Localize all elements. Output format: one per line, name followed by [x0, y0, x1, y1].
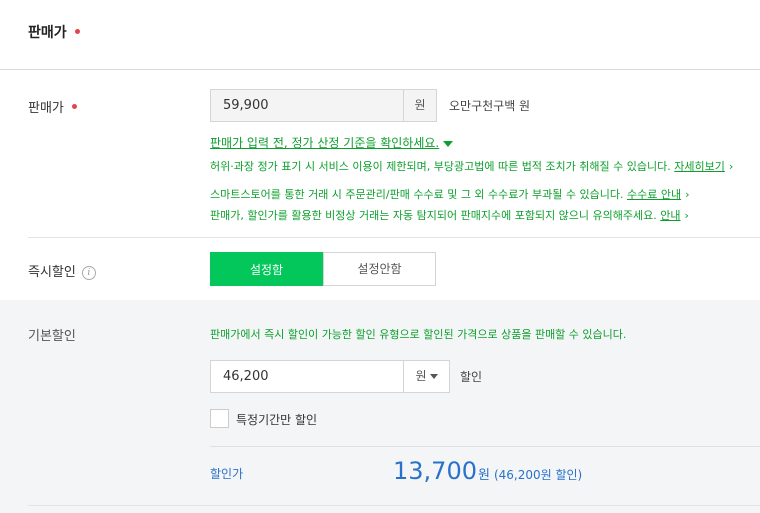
notice-false-advertising: 허위·과장 정가 표기 시 서비스 이용이 제한되며, 부당광고법에 따른 법적…: [210, 158, 733, 174]
discount-amount-value[interactable]: 46,200: [223, 369, 269, 384]
detail-link[interactable]: 자세히보기: [674, 160, 725, 173]
caret-down-icon: [443, 140, 454, 147]
price-input[interactable]: 59,900 원: [210, 89, 437, 122]
notice-text: 허위·과장 정가 표기 시 서비스 이용이 제한되며, 부당광고법에 따른 법적…: [210, 160, 675, 173]
chevron-right-icon: ›: [685, 188, 690, 201]
info-icon[interactable]: i: [81, 265, 96, 280]
discount-unit-select[interactable]: 원: [403, 361, 449, 392]
final-price-won: 원: [477, 468, 490, 483]
final-price-label: 할인가: [210, 467, 244, 481]
notice-abnormal-trade: 판매가, 할인가를 활용한 비정상 거래는 자동 탐지되어 판매지수에 포함되지…: [210, 207, 689, 223]
price-korean-text: 오만구천구백 원: [449, 99, 531, 113]
basic-discount-description: 판매가에서 즉시 할인이 가능한 할인 유형으로 할인된 가격으로 상품을 판매…: [210, 328, 627, 341]
basic-discount-label: 기본할인: [28, 329, 76, 344]
required-dot-icon: [71, 104, 77, 109]
price-guide-link-text[interactable]: 판매가 입력 전, 정가 산정 기준을 확인하세요.: [210, 136, 439, 150]
panel-divider: [210, 446, 760, 447]
discount-unit-text[interactable]: 원: [415, 369, 426, 383]
instant-discount-label-text: 즉시할인: [28, 265, 76, 280]
divider: [28, 237, 760, 238]
price-label-text: 판매가: [28, 101, 64, 116]
price-guide-link[interactable]: 판매가 입력 전, 정가 산정 기준을 확인하세요.: [210, 134, 454, 151]
notice-text: 스마트스토어를 통한 거래 시 주문관리/판매 수수료 및 그 외 수수료가 부…: [210, 188, 627, 201]
section-title: 판매가: [28, 22, 80, 42]
chevron-down-icon: [429, 374, 438, 379]
discount-suffix: 할인: [460, 370, 483, 384]
price-unit: 원: [403, 90, 436, 121]
final-price-value: 13,700: [393, 457, 477, 485]
price-input-value[interactable]: 59,900: [223, 98, 269, 113]
final-price: 13,700원 (46,200원 할인): [393, 457, 582, 485]
discount-amount-input[interactable]: 46,200 원: [210, 360, 450, 393]
fee-guide-link[interactable]: 수수료 안내: [627, 188, 681, 201]
instant-discount-on-button[interactable]: 설정함: [210, 252, 323, 286]
period-only-label[interactable]: 특정기간만 할인: [236, 411, 317, 428]
price-label: 판매가: [28, 97, 77, 116]
guide-link[interactable]: 안내: [660, 209, 680, 222]
section-title-text: 판매가: [28, 25, 67, 41]
chevron-right-icon: ›: [728, 160, 734, 173]
instant-discount-label: 즉시할인 i: [28, 261, 96, 280]
chevron-right-icon: ›: [684, 209, 689, 222]
notice-fee: 스마트스토어를 통한 거래 시 주문관리/판매 수수료 및 그 외 수수료가 부…: [210, 186, 690, 202]
final-price-detail: (46,200원 할인): [493, 468, 583, 482]
instant-discount-off-button[interactable]: 설정안함: [323, 252, 436, 286]
bottom-divider: [28, 505, 760, 506]
section-header: 판매가: [0, 0, 760, 70]
required-dot-icon: [74, 28, 80, 34]
period-only-checkbox[interactable]: [210, 409, 229, 428]
notice-text: 판매가, 할인가를 활용한 비정상 거래는 자동 탐지되어 판매지수에 포함되지…: [210, 209, 661, 222]
